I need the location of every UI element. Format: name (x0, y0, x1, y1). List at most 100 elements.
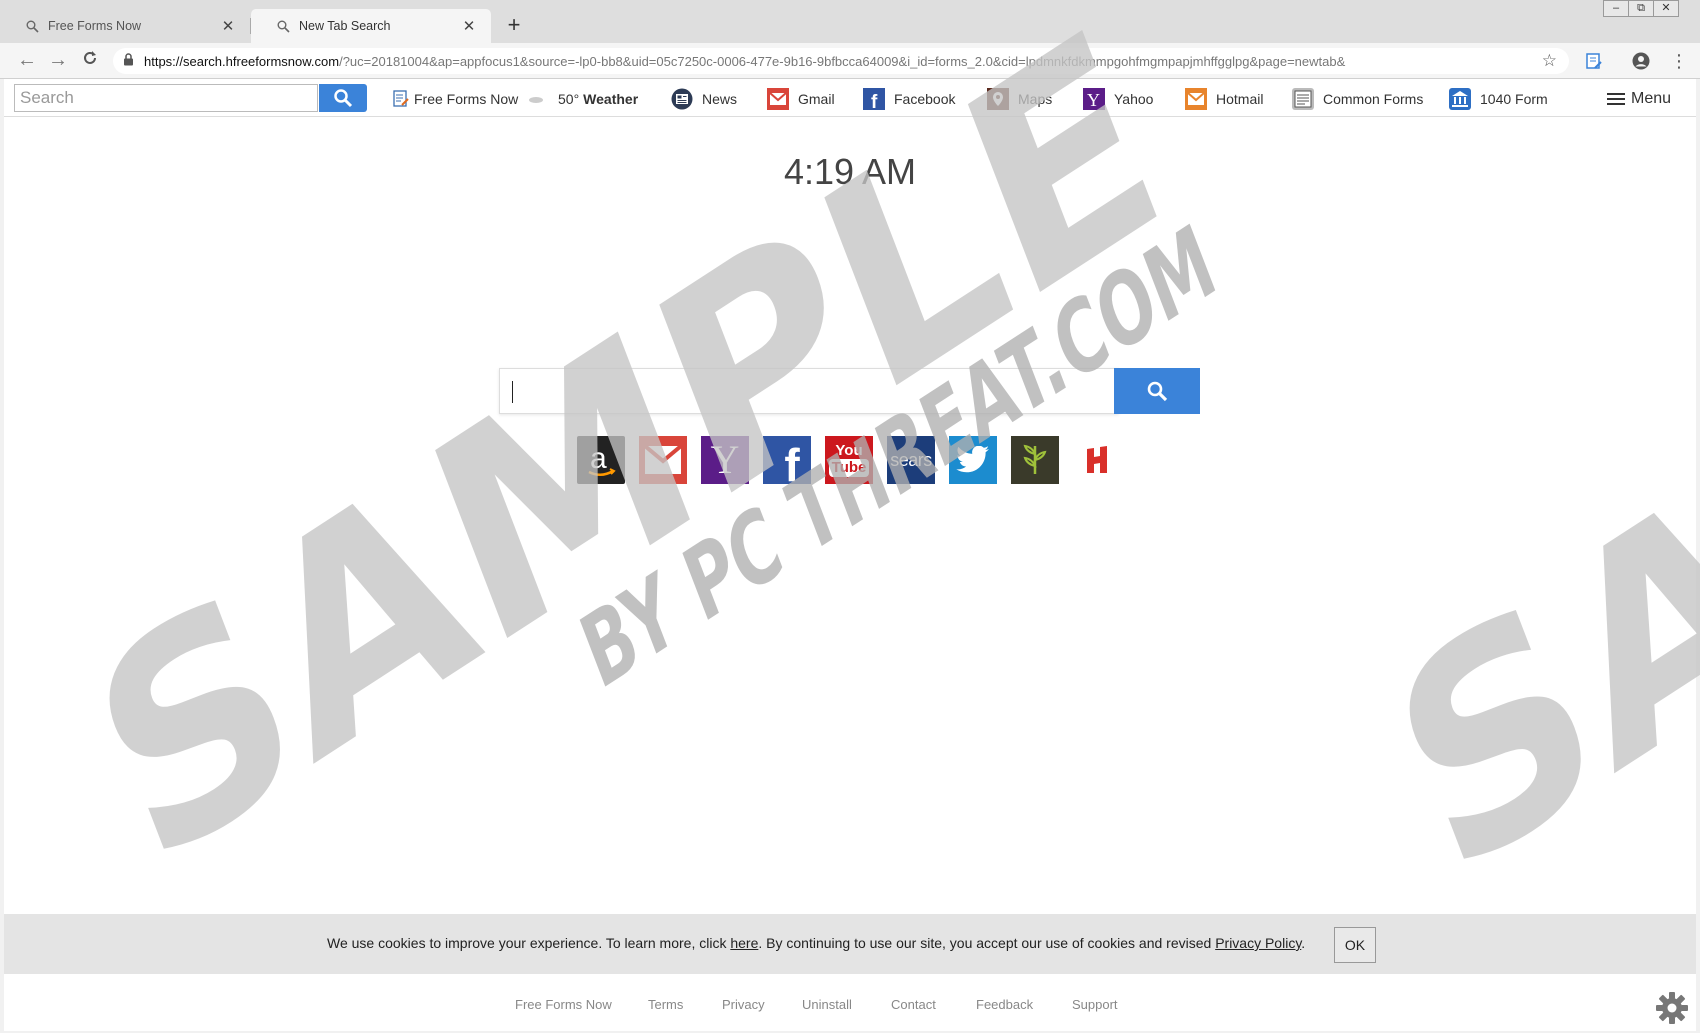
hamburger-icon (1607, 90, 1625, 108)
privacy-policy-link[interactable]: Privacy Policy (1215, 935, 1301, 951)
cookie-banner: We use cookies to improve your experienc… (4, 914, 1696, 974)
tab-strip: Free Forms Now ✕ New Tab Search ✕ + – ⧉ … (0, 0, 1700, 43)
extension-icon[interactable] (1585, 52, 1603, 75)
main-search-input[interactable] (500, 369, 1119, 413)
address-bar[interactable]: https://search.hfreeformsnow.com/?uc=201… (113, 48, 1569, 74)
link-free-forms-now[interactable]: Free Forms Now (392, 87, 518, 111)
weather-label: Weather (583, 91, 639, 107)
footer-link-support[interactable]: Support (1072, 997, 1118, 1012)
top-search-input[interactable] (14, 84, 318, 112)
restore-button[interactable]: ⧉ (1628, 0, 1654, 17)
shortcut-twitter[interactable] (949, 436, 997, 484)
close-tab-icon[interactable]: ✕ (461, 17, 477, 35)
back-arrow-icon[interactable]: ← (16, 50, 38, 72)
footer-link-terms[interactable]: Terms (648, 997, 683, 1012)
gear-icon[interactable] (1655, 991, 1689, 1030)
link-label: Hotmail (1216, 91, 1264, 107)
link-label: Yahoo (1114, 91, 1154, 107)
quick-links-bar: Free Forms Now 50° Weather News Gmail f (4, 79, 1696, 117)
tab-new-tab-search[interactable]: New Tab Search ✕ (251, 9, 491, 43)
common-forms-icon (1291, 87, 1315, 111)
search-icon (24, 20, 40, 33)
shortcut-yahoo[interactable]: Y (701, 436, 749, 484)
cookie-here-link[interactable]: here (730, 935, 758, 951)
cloud-icon (528, 87, 544, 111)
news-icon (670, 87, 694, 111)
youtube-you: You (835, 442, 863, 459)
menu-button[interactable]: Menu (1607, 87, 1671, 111)
lock-icon (123, 53, 135, 69)
shortcut-amazon[interactable]: a (577, 436, 625, 484)
cookie-text-3: . (1301, 935, 1306, 951)
map-pin-icon (986, 87, 1010, 111)
clock: 4:19 AM (783, 151, 917, 192)
link-weather[interactable]: 50° Weather (528, 87, 638, 111)
hotmail-icon (1184, 87, 1208, 111)
forward-arrow-icon[interactable]: → (47, 50, 69, 72)
link-label: News (702, 91, 738, 107)
browser-toolbar: ← → https://search.hfreeformsnow.com/?uc… (0, 43, 1700, 79)
top-search-button[interactable] (319, 84, 367, 112)
shortcut-facebook[interactable]: f (763, 436, 811, 484)
link-gmail[interactable]: Gmail (766, 87, 835, 111)
cookie-text-1: We use cookies to improve your experienc… (327, 935, 731, 951)
svg-text:Y: Y (1087, 90, 1100, 110)
main-search-button[interactable] (1114, 368, 1200, 414)
twitter-bird-icon (956, 446, 989, 473)
ancestry-leaf-icon (1023, 444, 1047, 474)
profile-icon[interactable] (1632, 52, 1650, 75)
footer-link-privacy[interactable]: Privacy (722, 997, 765, 1012)
shortcut-ancestry[interactable] (1011, 436, 1059, 484)
tab-free-forms-now[interactable]: Free Forms Now ✕ (0, 9, 250, 43)
shortcut-hotels[interactable] (1073, 436, 1121, 484)
new-tab-button[interactable]: + (502, 11, 526, 39)
search-icon (1147, 381, 1168, 402)
footer-link-uninstall[interactable]: Uninstall (802, 997, 852, 1012)
new-tab-page: Free Forms Now 50° Weather News Gmail f (4, 79, 1696, 1031)
gmail-icon (644, 445, 682, 474)
cookie-text-2: . By continuing to use our site, you acc… (758, 935, 1216, 951)
tab-label: Free Forms Now (48, 19, 142, 33)
minimize-button[interactable]: – (1603, 0, 1629, 17)
shortcut-gmail[interactable] (639, 436, 687, 484)
link-common-forms[interactable]: Common Forms (1291, 87, 1423, 111)
footer-link-feedback[interactable]: Feedback (976, 997, 1033, 1012)
bookmark-star-icon[interactable]: ☆ (1542, 51, 1557, 71)
amazon-icon: a (588, 442, 616, 476)
shortcut-youtube[interactable]: You Tube (825, 436, 873, 484)
link-yahoo[interactable]: Y Yahoo (1082, 87, 1153, 111)
irs-building-icon (1448, 87, 1472, 111)
yahoo-icon: Y (1082, 87, 1106, 111)
hotels-h-icon (1087, 446, 1107, 473)
footer: Free Forms Now Terms Privacy Uninstall C… (4, 991, 1696, 1024)
reload-icon[interactable] (79, 50, 101, 72)
shortcut-tiles: a Y f You Tube sears (577, 436, 1135, 484)
url-host: https://search.hfreeformsnow.com (144, 53, 340, 69)
facebook-icon: f (784, 439, 800, 484)
shortcut-sears[interactable]: sears (887, 436, 935, 484)
link-1040-form[interactable]: 1040 Form (1448, 87, 1548, 111)
search-icon (275, 20, 291, 33)
more-menu-icon[interactable]: ⋮ (1670, 52, 1688, 70)
link-hotmail[interactable]: Hotmail (1184, 87, 1263, 111)
close-tab-icon[interactable]: ✕ (220, 17, 236, 35)
link-news[interactable]: News (670, 87, 737, 111)
link-maps[interactable]: Maps (986, 87, 1052, 111)
footer-link-free-forms-now[interactable]: Free Forms Now (515, 997, 612, 1012)
forms-icon (392, 87, 410, 111)
link-label: Common Forms (1323, 91, 1424, 107)
link-label: Free Forms Now (414, 91, 519, 107)
weather-temperature: 50° (558, 91, 580, 107)
link-label: Gmail (798, 91, 835, 107)
url-query: /?uc=20181004&ap=appfocus1&source=-lp0-b… (339, 53, 1346, 69)
cookie-message: We use cookies to improve your experienc… (327, 935, 1305, 951)
text-caret (512, 381, 513, 403)
link-label: 1040 Form (1480, 91, 1548, 107)
svg-text:a: a (590, 442, 607, 475)
link-facebook[interactable]: f Facebook (862, 87, 955, 111)
window-controls: – ⧉ ✕ (1603, 0, 1679, 17)
svg-text:f: f (871, 92, 878, 110)
cookie-ok-button[interactable]: OK (1334, 927, 1376, 963)
close-window-button[interactable]: ✕ (1653, 0, 1679, 17)
footer-link-contact[interactable]: Contact (891, 997, 936, 1012)
